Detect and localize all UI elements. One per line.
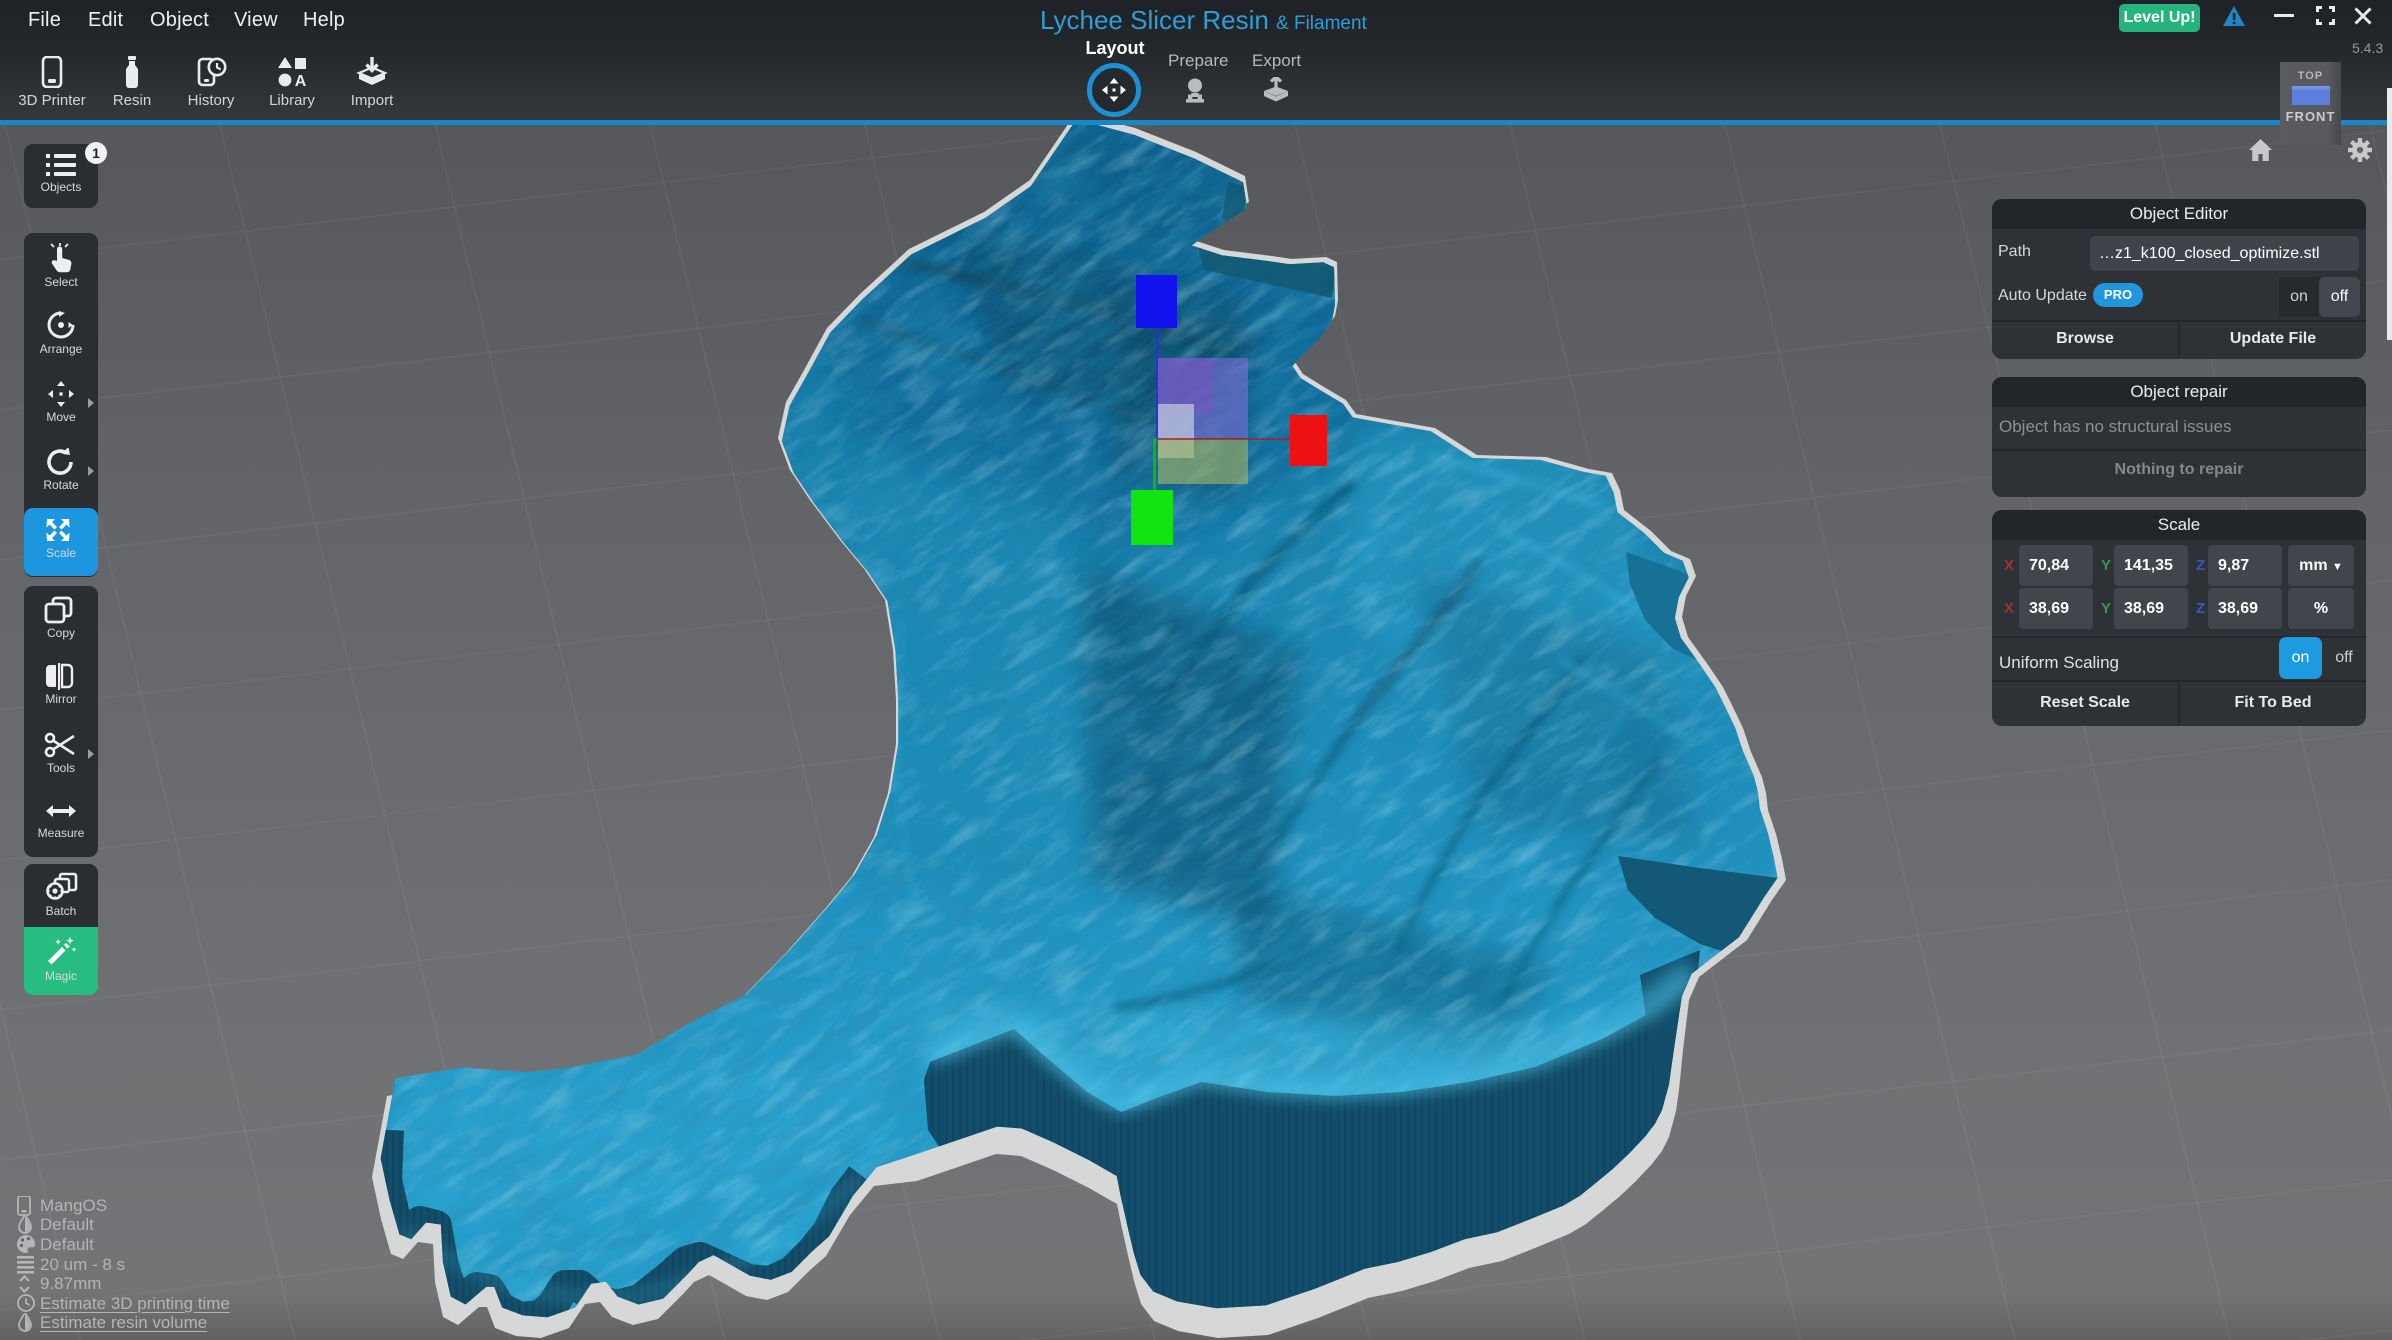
svg-text:A: A: [295, 73, 307, 88]
